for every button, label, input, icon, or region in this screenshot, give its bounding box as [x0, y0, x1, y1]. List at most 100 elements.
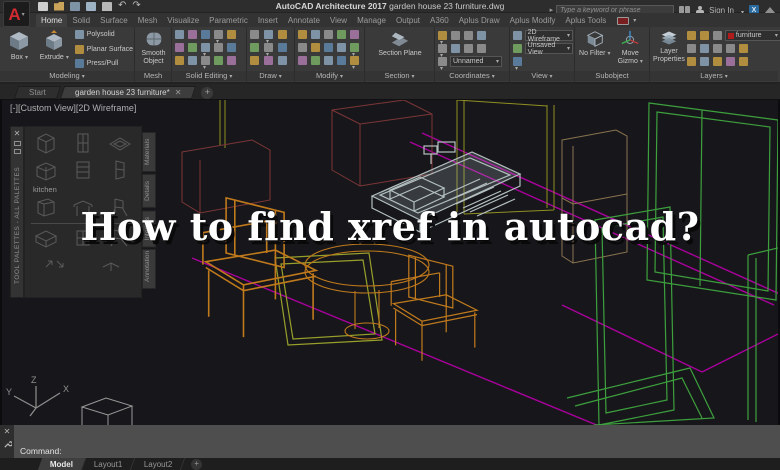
polysolid-button[interactable]: Polysolid	[74, 29, 133, 40]
solid-check-icon[interactable]	[214, 56, 223, 65]
ribbon-tab-aplus-modify[interactable]: Aplus Modify	[505, 14, 561, 27]
save-icon[interactable]	[70, 2, 80, 11]
mirror-tool-icon[interactable]	[337, 30, 346, 39]
visual-style-combo[interactable]: 2D Wireframe	[525, 30, 573, 41]
planar-surface-button[interactable]: Planar Surface	[74, 44, 133, 55]
ucs-origin-icon[interactable]	[464, 31, 473, 40]
layer-on-icon[interactable]	[687, 31, 696, 40]
ribbon-display-dropdown-icon[interactable]	[631, 9, 636, 27]
align-tool-icon[interactable]	[337, 56, 346, 65]
layer-unisolate-icon[interactable]	[726, 44, 735, 53]
block-icon-wardrobe[interactable]	[33, 196, 59, 220]
offset-tool-icon[interactable]	[311, 56, 320, 65]
circle-tool-icon[interactable]	[264, 30, 273, 39]
undo-icon[interactable]: ↶	[118, 1, 126, 11]
arc-tool-icon[interactable]	[278, 30, 287, 39]
polyline-tool-icon[interactable]	[250, 43, 259, 52]
ucs-y-icon[interactable]	[464, 44, 473, 53]
fillet-tool-icon[interactable]	[350, 43, 359, 52]
new-drawing-tab-button[interactable]: +	[201, 87, 213, 99]
application-menu-button[interactable]: A▾	[3, 1, 30, 27]
block-icon-sink[interactable]	[107, 131, 133, 155]
save-as-icon[interactable]	[86, 2, 96, 11]
solid-shell-icon[interactable]	[201, 43, 210, 52]
layer-isolate-icon[interactable]	[713, 44, 722, 53]
solid-slice-icon[interactable]	[188, 43, 197, 52]
solid-imprint-icon[interactable]	[175, 56, 184, 65]
layer-prev-icon[interactable]	[700, 44, 709, 53]
panel-label-solid-editing[interactable]: Solid Editing	[172, 71, 246, 81]
ribbon-tab-visualize[interactable]: Visualize	[162, 14, 204, 27]
layer-freeze-icon[interactable]	[700, 31, 709, 40]
open-file-icon[interactable]	[54, 2, 64, 11]
solid-edit-icon[interactable]	[214, 30, 223, 39]
block-icon-tall-cabinet[interactable]	[70, 131, 96, 155]
solid-union-icon[interactable]	[175, 30, 184, 39]
rotate-tool-icon[interactable]	[324, 30, 333, 39]
solid-taper-icon[interactable]	[214, 43, 223, 52]
layer-combo[interactable]: furniture	[725, 30, 780, 41]
new-layout-button[interactable]: +	[191, 459, 202, 470]
move-gizmo-button[interactable]: Move Gizmo	[614, 29, 648, 66]
panel-label-mesh[interactable]: Mesh	[135, 71, 171, 81]
solid-clean-icon[interactable]	[227, 56, 236, 65]
ucs-world-icon[interactable]	[451, 31, 460, 40]
viewport-config-icon[interactable]	[513, 57, 522, 66]
command-close-icon[interactable]: ✕	[4, 428, 11, 436]
panel-label-draw[interactable]: Draw	[247, 71, 294, 81]
ribbon-tab-view[interactable]: View	[325, 14, 352, 27]
block-icon-corner[interactable]	[98, 253, 124, 277]
tool-palette-titlebar[interactable]: ✕ TOOL PALETTES - ALL PALETTES	[10, 126, 24, 298]
ucs-combo[interactable]: Unnamed	[450, 56, 502, 67]
new-file-icon[interactable]	[38, 2, 48, 11]
layer-freeze2-icon[interactable]	[700, 57, 709, 66]
layout-tab-layout2[interactable]: Layout2	[131, 458, 185, 470]
ucs-face-icon[interactable]	[477, 31, 486, 40]
file-tab-start[interactable]: Start	[14, 86, 61, 99]
ucs-x-icon[interactable]	[451, 44, 460, 53]
layout-tab-model[interactable]: Model	[38, 458, 86, 470]
block-icon-cabinet[interactable]	[33, 131, 59, 155]
smooth-object-button[interactable]: Smooth Object	[138, 29, 169, 65]
viewport-controls[interactable]: [-][Custom View][2D Wireframe]	[10, 103, 136, 113]
file-tab-active-doc[interactable]: garden house 23 furniture*✕	[60, 86, 197, 99]
command-customize-wrench-icon[interactable]	[3, 440, 12, 449]
palette-autohide-icon[interactable]	[14, 141, 21, 146]
ribbon-tab-surface[interactable]: Surface	[95, 14, 133, 27]
panel-label-modify[interactable]: Modify	[295, 71, 364, 81]
section-plane-button[interactable]: Section Plane	[378, 29, 422, 58]
stretch-tool-icon[interactable]	[324, 43, 333, 52]
layer-current-icon[interactable]	[739, 44, 748, 53]
layer-lock2-icon[interactable]	[713, 57, 722, 66]
join-tool-icon[interactable]	[324, 56, 333, 65]
explode-tool-icon[interactable]	[298, 56, 307, 65]
spline-tool-icon[interactable]	[264, 56, 273, 65]
press-pull-button[interactable]: Press/Pull	[74, 58, 133, 69]
layer-lock-icon[interactable]	[713, 31, 722, 40]
box-button[interactable]: Box	[3, 29, 36, 63]
ribbon-tab-aplus-draw[interactable]: Aplus Draw	[454, 14, 505, 27]
ribbon-tab-manage[interactable]: Manage	[352, 14, 391, 27]
layer-merge-icon[interactable]	[739, 57, 748, 66]
solid-offset-icon[interactable]	[188, 56, 197, 65]
block-icon-drawer-unit[interactable]	[70, 158, 96, 182]
solid-extract-icon[interactable]	[227, 43, 236, 52]
ucs-icon[interactable]	[438, 31, 447, 40]
solid-intersect-icon[interactable]	[201, 30, 210, 39]
array-tool-icon[interactable]	[337, 43, 346, 52]
copy-tool-icon[interactable]	[311, 30, 320, 39]
palette-tab-materials[interactable]: Materials	[142, 132, 156, 172]
ucs-z-icon[interactable]	[477, 44, 486, 53]
block-icon-bed[interactable]	[33, 226, 59, 250]
ribbon-tab-aplus-tools[interactable]: Aplus Tools	[560, 14, 611, 27]
move-tool-icon[interactable]	[298, 30, 307, 39]
line-tool-icon[interactable]	[250, 30, 259, 39]
ucs-named-icon[interactable]	[438, 57, 447, 66]
record-icon[interactable]	[617, 17, 629, 25]
scale-tool-icon[interactable]	[311, 43, 320, 52]
layer-off-icon[interactable]	[687, 57, 696, 66]
break-tool-icon[interactable]	[350, 56, 359, 65]
block-icon-wall-cabinet[interactable]	[107, 158, 133, 182]
rectangle-tool-icon[interactable]	[264, 43, 273, 52]
solid-separate-icon[interactable]	[201, 56, 210, 65]
